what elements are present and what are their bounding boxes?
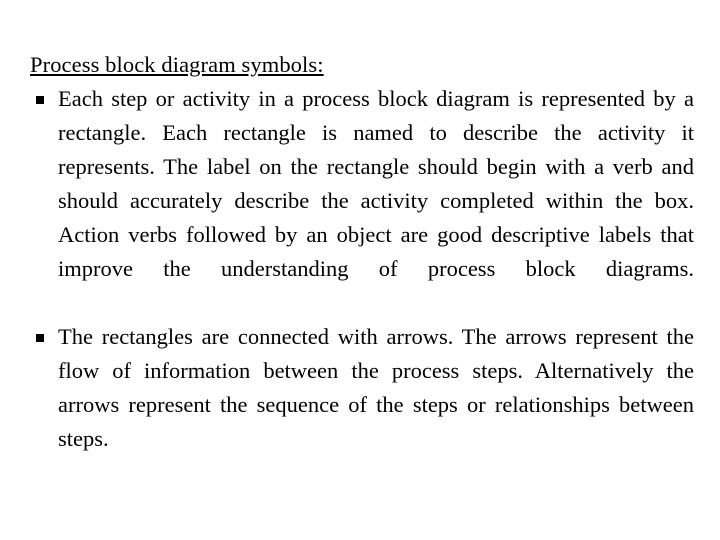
square-bullet-icon (36, 320, 46, 354)
square-bullet-icon (36, 82, 46, 116)
list-item: The rectangles are connected with arrows… (30, 320, 694, 490)
list-item-text: Each step or activity in a process block… (58, 86, 694, 281)
bullet-list: Each step or activity in a process block… (30, 82, 694, 490)
list-item: Each step or activity in a process block… (30, 82, 694, 320)
slide-content: Process block diagram symbols: Each step… (30, 50, 694, 490)
list-item-text: The rectangles are connected with arrows… (58, 324, 694, 451)
slide-canvas: Process block diagram symbols: Each step… (0, 0, 720, 540)
page-title: Process block diagram symbols: (30, 52, 324, 77)
